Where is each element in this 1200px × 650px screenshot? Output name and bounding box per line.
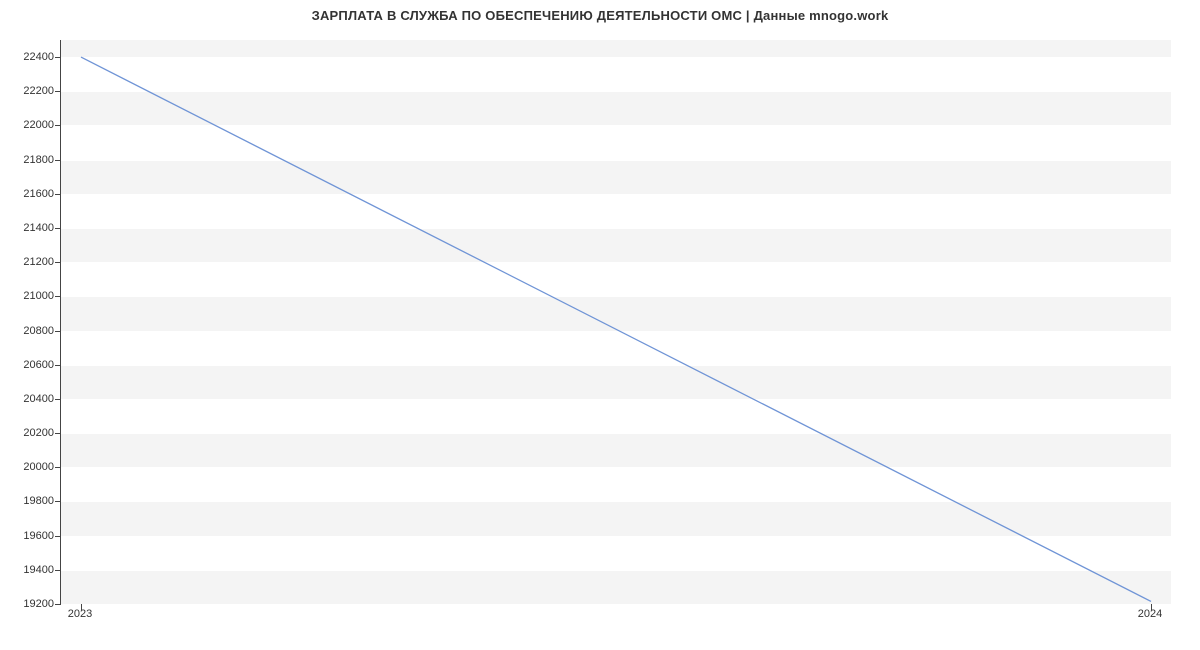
y-tick-label: 21600 — [10, 188, 54, 200]
y-tick — [55, 365, 61, 366]
y-tick — [55, 296, 61, 297]
y-tick-label: 21000 — [10, 290, 54, 302]
y-tick — [55, 604, 61, 605]
line-svg — [61, 40, 1171, 604]
y-tick — [55, 433, 61, 434]
y-tick — [55, 262, 61, 263]
y-tick — [55, 536, 61, 537]
y-tick — [55, 331, 61, 332]
y-tick-label: 22400 — [10, 51, 54, 63]
y-tick-label: 19600 — [10, 530, 54, 542]
y-tick-label: 21200 — [10, 256, 54, 268]
y-tick — [55, 125, 61, 126]
y-tick-label: 21800 — [10, 154, 54, 166]
y-tick — [55, 467, 61, 468]
y-tick — [55, 501, 61, 502]
y-tick — [55, 194, 61, 195]
y-tick-label: 22200 — [10, 85, 54, 97]
y-tick-label: 21400 — [10, 222, 54, 234]
y-tick-label: 20600 — [10, 359, 54, 371]
y-tick-label: 20800 — [10, 325, 54, 337]
y-tick-label: 22000 — [10, 119, 54, 131]
y-tick — [55, 399, 61, 400]
y-tick-label: 20400 — [10, 393, 54, 405]
y-tick-label: 19200 — [10, 598, 54, 610]
y-tick — [55, 57, 61, 58]
gridline — [61, 604, 1171, 605]
chart-container: ЗАРПЛАТА В СЛУЖБА ПО ОБЕСПЕЧЕНИЮ ДЕЯТЕЛЬ… — [0, 0, 1200, 650]
y-tick-label: 19400 — [10, 564, 54, 576]
x-tick-label: 2023 — [68, 608, 92, 620]
y-tick-label: 20000 — [10, 461, 54, 473]
x-tick-label: 2024 — [1138, 608, 1162, 620]
y-tick — [55, 228, 61, 229]
chart-title: ЗАРПЛАТА В СЛУЖБА ПО ОБЕСПЕЧЕНИЮ ДЕЯТЕЛЬ… — [0, 0, 1200, 23]
plot-area — [60, 40, 1171, 605]
y-tick — [55, 570, 61, 571]
y-tick — [55, 91, 61, 92]
y-tick-label: 20200 — [10, 427, 54, 439]
y-tick-label: 19800 — [10, 495, 54, 507]
y-tick — [55, 160, 61, 161]
data-line — [81, 57, 1151, 601]
